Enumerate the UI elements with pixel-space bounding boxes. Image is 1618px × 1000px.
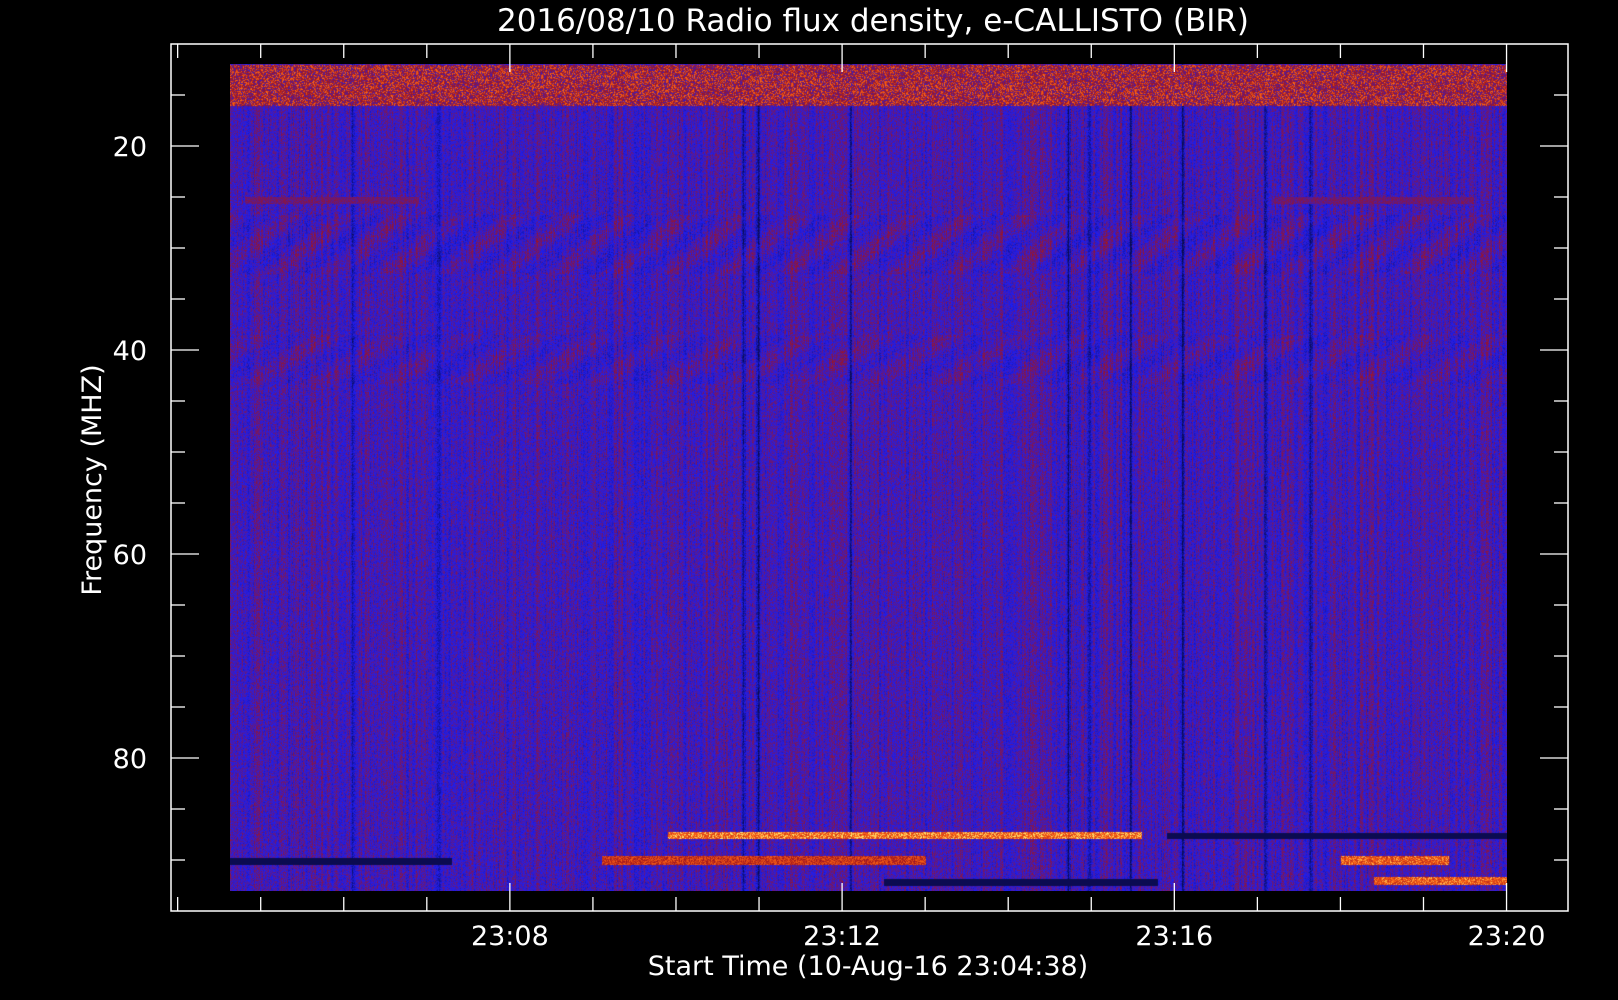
y-tick-label: 20 (113, 132, 147, 163)
y-tick-label: 40 (113, 336, 147, 367)
x-tick-label: 23:16 (1135, 921, 1213, 952)
x-axis-label: Start Time (10-Aug-16 23:04:38) (648, 951, 1088, 982)
x-tick-label: 23:12 (803, 921, 881, 952)
y-tick-label: 60 (113, 540, 147, 571)
plot-area (170, 43, 1569, 912)
x-tick-labels: 23:08 23:12 23:16 23:20 (471, 921, 1545, 952)
spectrogram-heatmap (230, 64, 1507, 891)
x-tick-label: 23:20 (1468, 921, 1546, 952)
x-tick-label: 23:08 (471, 921, 549, 952)
spectrogram-chart: 2016/08/10 Radio flux density, e-CALLIST… (77, 3, 1569, 982)
y-tick-label: 80 (113, 744, 147, 775)
chart-title: 2016/08/10 Radio flux density, e-CALLIST… (497, 3, 1249, 39)
y-tick-labels: 20 40 60 80 (113, 132, 147, 775)
y-axis-label: Frequency (MHZ) (77, 364, 108, 595)
